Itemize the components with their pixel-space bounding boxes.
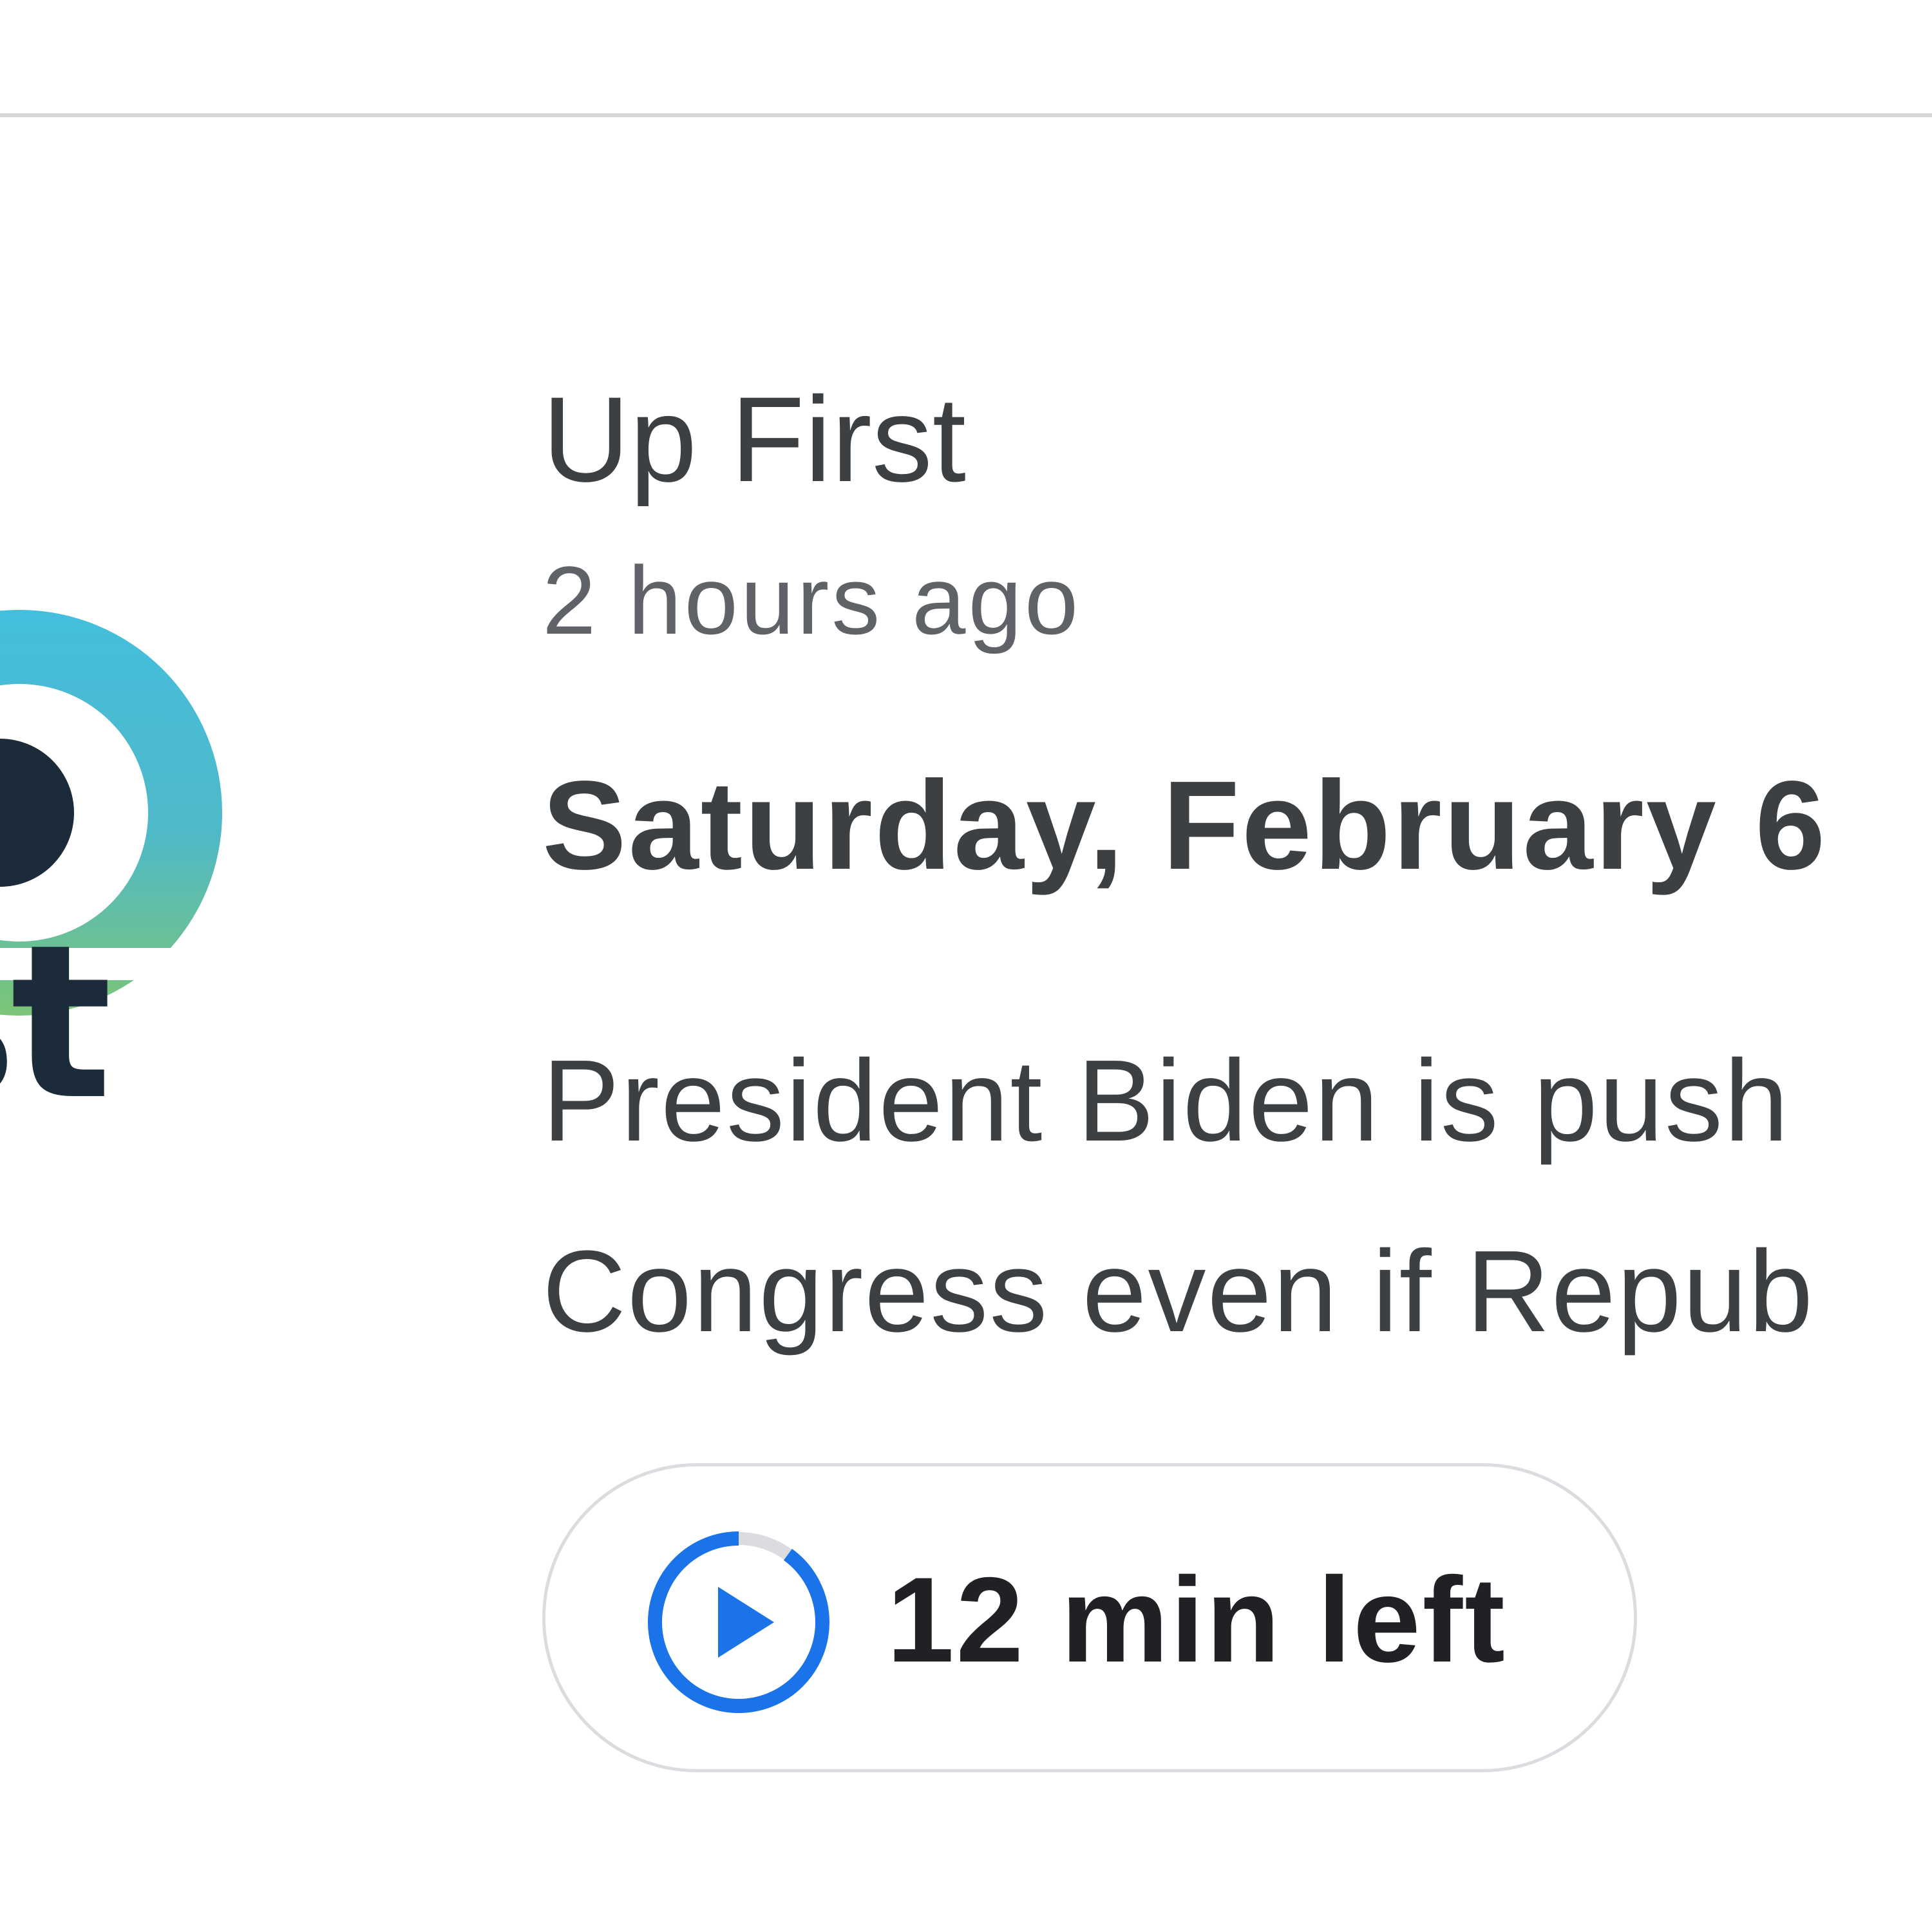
published-time: 2 hours ago bbox=[542, 546, 1081, 654]
description-line: Congress even if Repub bbox=[542, 1227, 1815, 1356]
time-remaining-label: 12 min left bbox=[887, 1552, 1507, 1687]
show-name[interactable]: Up First bbox=[542, 368, 966, 510]
play-progress-icon bbox=[648, 1531, 829, 1713]
description-line: President Biden is push bbox=[542, 1036, 1790, 1166]
play-triangle bbox=[718, 1587, 774, 1658]
episode-description: President Biden is push Congress even if… bbox=[542, 1006, 1814, 1387]
podcast-artwork[interactable]: st bbox=[0, 439, 245, 1341]
episode-text: Up First 2 hours ago Saturday, February … bbox=[542, 117, 1932, 1932]
up-first-logo: st bbox=[0, 610, 245, 1146]
logo-wordmark: st bbox=[0, 899, 110, 1146]
podcast-episode-page: st Up First 2 hours ago Saturday, Februa… bbox=[0, 0, 1932, 1932]
play-button[interactable]: 12 min left bbox=[542, 1463, 1637, 1772]
top-bar bbox=[0, 0, 1932, 113]
episode-title[interactable]: Saturday, February 6 bbox=[542, 748, 1827, 903]
episode-card[interactable]: st Up First 2 hours ago Saturday, Februa… bbox=[0, 117, 1932, 1932]
